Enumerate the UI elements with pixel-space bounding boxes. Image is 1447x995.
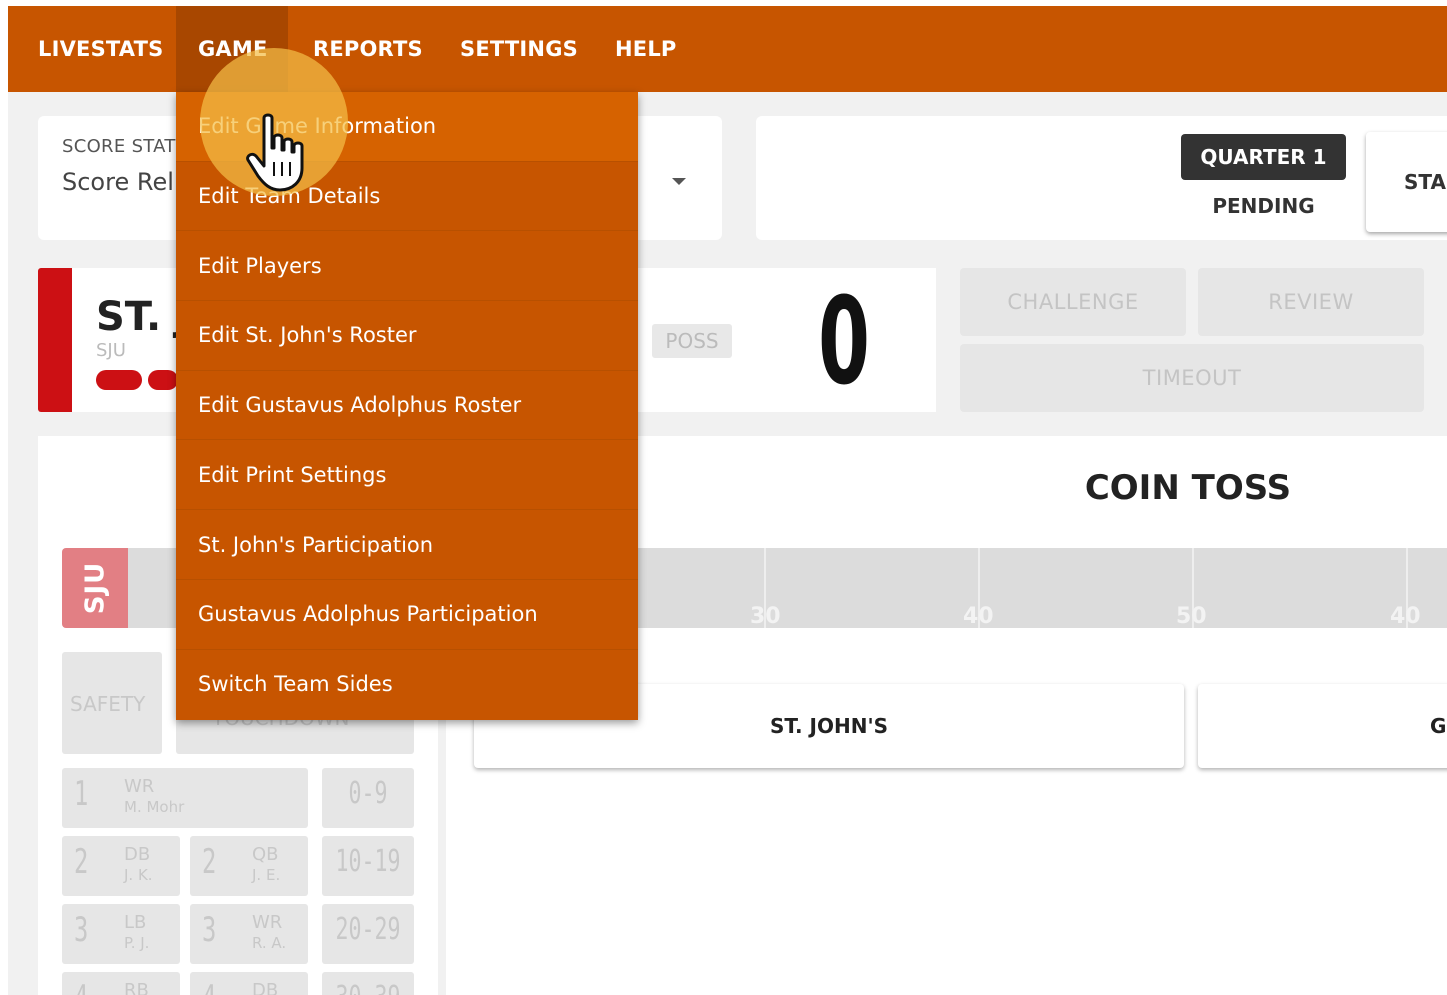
yard-range: 10-19 [335,844,401,879]
team-card [72,268,182,412]
menu-gustavus-participation[interactable]: Gustavus Adolphus Participation [176,580,638,650]
player-position: DB [252,980,279,995]
player-position: LB [124,912,147,933]
yard-range: 0-9 [348,776,388,811]
player-name: P. J. [124,934,150,952]
player-number: 1 [74,774,89,814]
nav-help[interactable]: HELP [615,6,677,92]
player-number: 2 [202,842,217,882]
yard-number: 40 [1390,604,1421,629]
yard-range-button[interactable]: 0-9 [322,768,414,828]
yard-range-button[interactable]: 30-39 [322,972,414,995]
side-button-gustavus[interactable]: G [1198,684,1447,768]
player-position: WR [252,912,283,933]
quarter-status: PENDING [1212,194,1315,218]
yard-range-button[interactable]: 20-29 [322,904,414,964]
yard-range: 30-39 [335,980,401,995]
score-status-value: Score Reli [62,168,181,196]
endzone-label: SJU [62,548,128,628]
menu-edit-gustavus-roster[interactable]: Edit Gustavus Adolphus Roster [176,371,638,441]
coin-toss-heading: COIN TOSS [1084,468,1292,508]
safety-button[interactable]: SAFETY [62,652,162,754]
start-button[interactable]: STA [1366,132,1447,232]
player-name: J. E. [252,866,281,884]
player-button[interactable]: 3 WR R. A. [190,904,308,964]
yard-number: 50 [1176,604,1207,629]
nav-livestats[interactable]: LIVESTATS [38,6,163,92]
player-number: 2 [74,842,89,882]
player-button[interactable]: 4 RB [62,972,180,995]
player-position: WR [124,776,155,797]
endzone-text: SJU [79,561,110,615]
player-button[interactable]: 2 DB J. K. [62,836,180,896]
player-button[interactable]: 1 WR M. Mohr [62,768,308,828]
challenge-button[interactable]: CHALLENGE [960,268,1186,336]
quarter-badge: QUARTER 1 [1181,134,1346,180]
player-number: 4 [74,978,88,995]
player-number: 3 [74,910,89,950]
team-color-stripe [38,268,72,412]
team-abbr: SJU [96,340,126,361]
player-button[interactable]: 3 LB P. J. [62,904,180,964]
player-name: M. Mohr [124,798,185,816]
menu-edit-st-johns-roster[interactable]: Edit St. John's Roster [176,301,638,371]
player-number: 3 [202,910,217,950]
player-name: R. A. [252,934,287,952]
score-status-label: SCORE STAT [62,136,176,157]
player-button[interactable]: 2 QB J. E. [190,836,308,896]
menu-edit-print-settings[interactable]: Edit Print Settings [176,441,638,511]
safety-label: SAFETY [70,692,146,716]
menu-edit-players[interactable]: Edit Players [176,231,638,302]
yard-range: 20-29 [335,912,401,947]
possession-button[interactable]: POSS [652,324,732,358]
menu-st-johns-participation[interactable]: St. John's Participation [176,510,638,580]
player-button[interactable]: 4 DB [190,972,308,995]
player-number: 4 [202,978,216,995]
yard-number: 40 [963,604,994,629]
livestats-app: LIVESTATS GAME REPORTS SETTINGS HELP SCO… [8,6,1447,995]
yard-range-button[interactable]: 10-19 [322,836,414,896]
menu-switch-team-sides[interactable]: Switch Team Sides [176,650,638,720]
caret-down-icon[interactable] [672,178,686,185]
player-position: QB [252,844,279,865]
timeout-button[interactable]: TIMEOUT [960,344,1424,412]
nav-settings[interactable]: SETTINGS [460,6,578,92]
player-position: RB [124,980,149,995]
review-button[interactable]: REVIEW [1198,268,1424,336]
timeout-indicator [148,370,178,390]
player-name: J. K. [124,866,153,884]
team-score: 0 [818,273,870,412]
hand-pointer-icon [246,113,304,192]
yard-number: 30 [750,604,781,629]
timeout-indicator [96,370,142,390]
player-position: DB [124,844,151,865]
